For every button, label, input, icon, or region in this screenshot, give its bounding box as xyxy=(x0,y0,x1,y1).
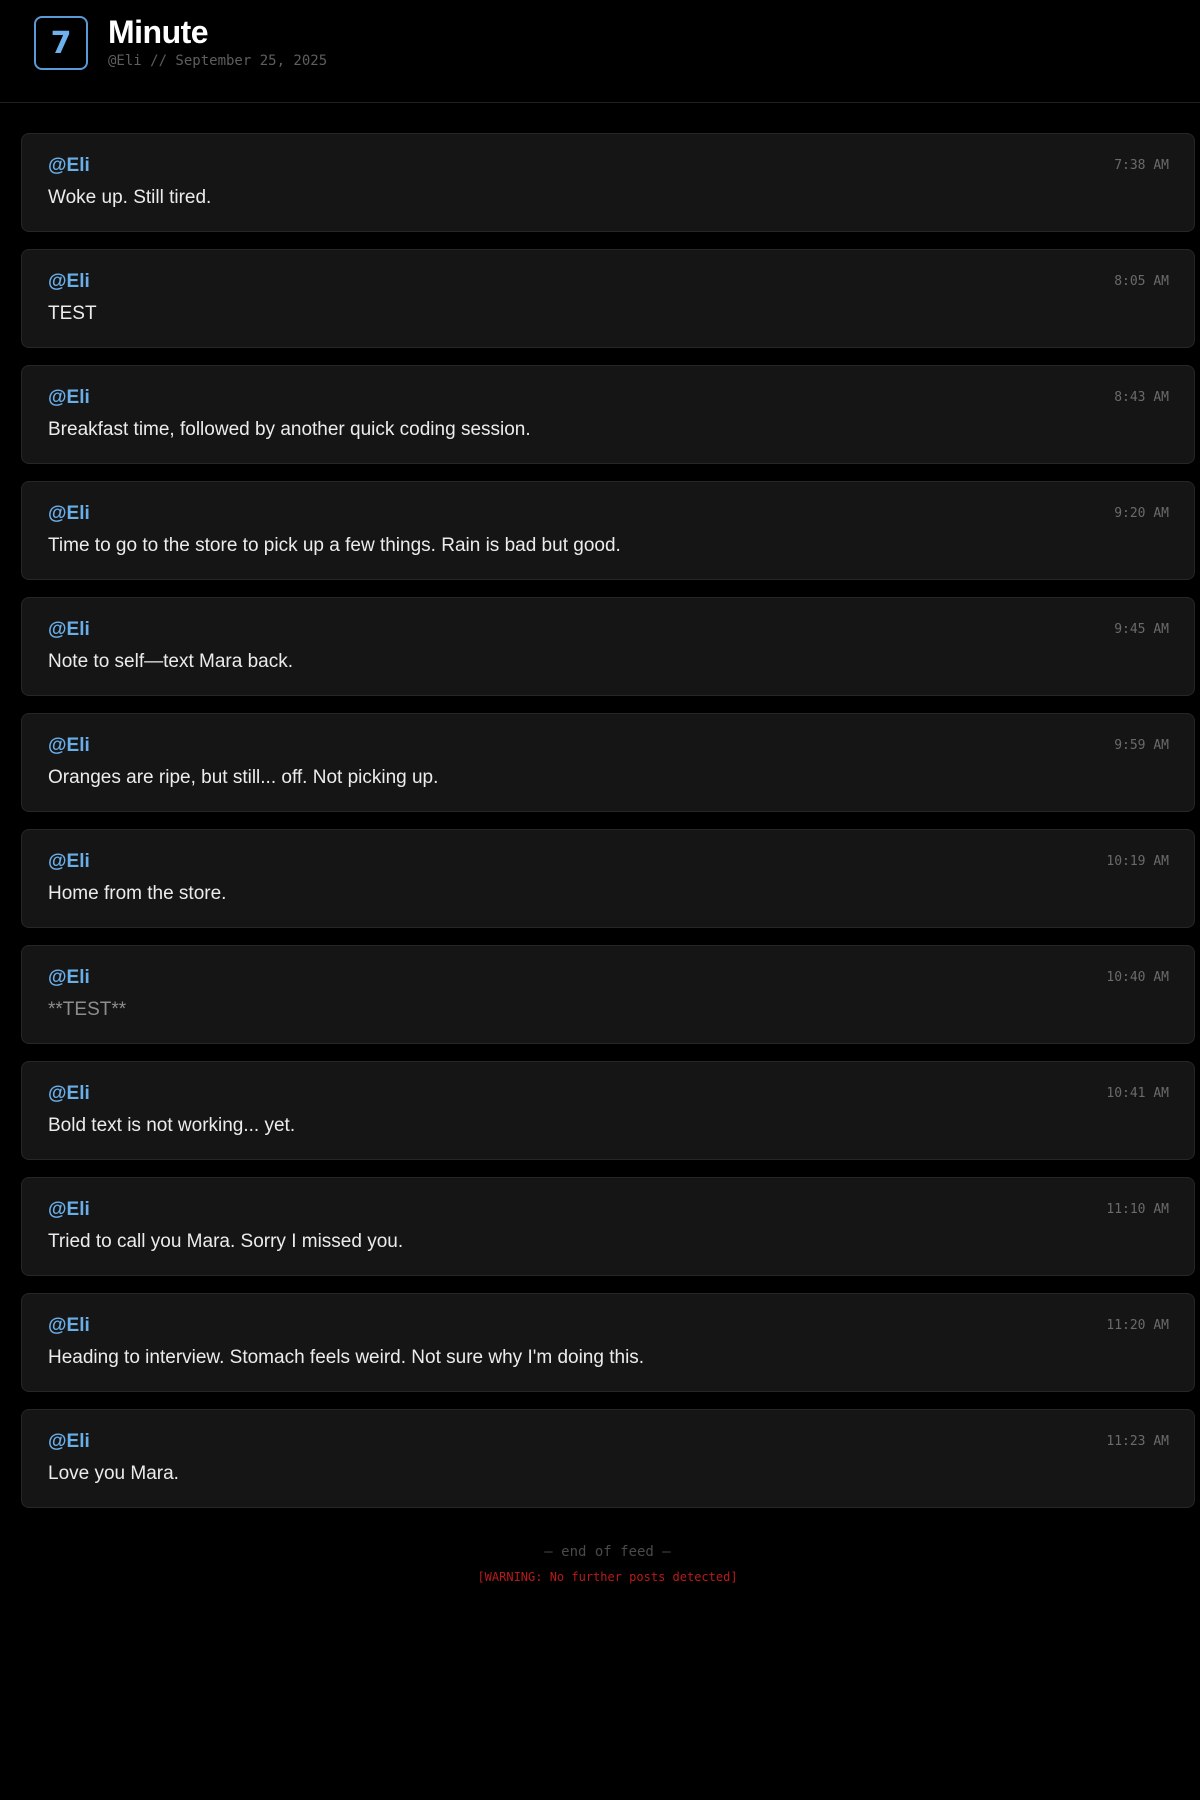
post-timestamp: 9:20 AM xyxy=(1114,506,1169,521)
post-text: Love you Mara. xyxy=(48,1463,179,1484)
post-text: Home from the store. xyxy=(48,883,227,904)
post-author[interactable]: @Eli xyxy=(48,1431,90,1453)
post-author[interactable]: @Eli xyxy=(48,735,90,757)
post-text: Heading to interview. Stomach feels weir… xyxy=(48,1347,645,1368)
post-card: @Eli 7:38 AM Woke up. Still tired. xyxy=(21,133,1195,232)
post-text: Note to self—text Mara back. xyxy=(48,651,293,672)
post-author[interactable]: @Eli xyxy=(48,155,90,177)
post-card: @Eli 10:19 AM Home from the store. xyxy=(21,829,1195,928)
post-timestamp: 10:41 AM xyxy=(1106,1086,1169,1101)
post-text: **TEST** xyxy=(48,999,127,1020)
post-timestamp: 10:19 AM xyxy=(1106,854,1169,869)
post-text: Bold text is not working... yet. xyxy=(48,1115,296,1136)
post-author[interactable]: @Eli xyxy=(48,271,90,293)
post-author[interactable]: @Eli xyxy=(48,1083,90,1105)
post-author[interactable]: @Eli xyxy=(48,1199,90,1221)
feed-warning: [WARNING: No further posts detected] xyxy=(477,1570,738,1584)
post-author[interactable]: @Eli xyxy=(48,387,90,409)
post-author[interactable]: @Eli xyxy=(48,1315,90,1337)
post-card: @Eli 10:41 AM Bold text is not working..… xyxy=(21,1061,1195,1160)
feed-subtitle: @Eli // September 25, 2025 xyxy=(108,53,328,69)
post-author[interactable]: @Eli xyxy=(48,619,90,641)
post-author[interactable]: @Eli xyxy=(48,851,90,873)
post-card: @Eli 8:43 AM Breakfast time, followed by… xyxy=(21,365,1195,464)
post-card: @Eli 11:20 AM Heading to interview. Stom… xyxy=(21,1293,1195,1392)
post-timestamp: 7:38 AM xyxy=(1114,158,1169,173)
post-timestamp: 9:59 AM xyxy=(1114,738,1169,753)
app-title: Minute xyxy=(108,14,209,50)
post-card: @Eli 9:59 AM Oranges are ripe, but still… xyxy=(21,713,1195,812)
post-author[interactable]: @Eli xyxy=(48,503,90,525)
post-timestamp: 8:43 AM xyxy=(1114,390,1169,405)
post-card: @Eli 11:10 AM Tried to call you Mara. So… xyxy=(21,1177,1195,1276)
post-text: TEST xyxy=(48,303,97,324)
post-author[interactable]: @Eli xyxy=(48,967,90,989)
post-card: @Eli 9:45 AM Note to self—text Mara back… xyxy=(21,597,1195,696)
post-timestamp: 11:23 AM xyxy=(1106,1434,1169,1449)
post-text: Tried to call you Mara. Sorry I missed y… xyxy=(48,1231,404,1252)
post-timestamp: 11:10 AM xyxy=(1106,1202,1169,1217)
post-timestamp: 10:40 AM xyxy=(1106,970,1169,985)
post-card: @Eli 10:40 AM **TEST** xyxy=(21,945,1195,1044)
post-text: Oranges are ripe, but still... off. Not … xyxy=(48,767,439,788)
post-card: @Eli 8:05 AM TEST xyxy=(21,249,1195,348)
app-header: 7 Minute @Eli // September 25, 2025 xyxy=(0,0,1200,103)
post-text: Breakfast time, followed by another quic… xyxy=(48,419,531,440)
post-card: @Eli 11:23 AM Love you Mara. xyxy=(21,1409,1195,1508)
app-logo[interactable]: 7 xyxy=(34,16,88,70)
post-card: @Eli 9:20 AM Time to go to the store to … xyxy=(21,481,1195,580)
post-feed: @Eli 7:38 AM Woke up. Still tired. @Eli … xyxy=(21,133,1195,1525)
end-of-feed-label: — end of feed — xyxy=(544,1544,671,1560)
post-timestamp: 8:05 AM xyxy=(1114,274,1169,289)
post-text: Woke up. Still tired. xyxy=(48,187,212,208)
post-timestamp: 11:20 AM xyxy=(1106,1318,1169,1333)
post-text: Time to go to the store to pick up a few… xyxy=(48,535,621,556)
post-timestamp: 9:45 AM xyxy=(1114,622,1169,637)
